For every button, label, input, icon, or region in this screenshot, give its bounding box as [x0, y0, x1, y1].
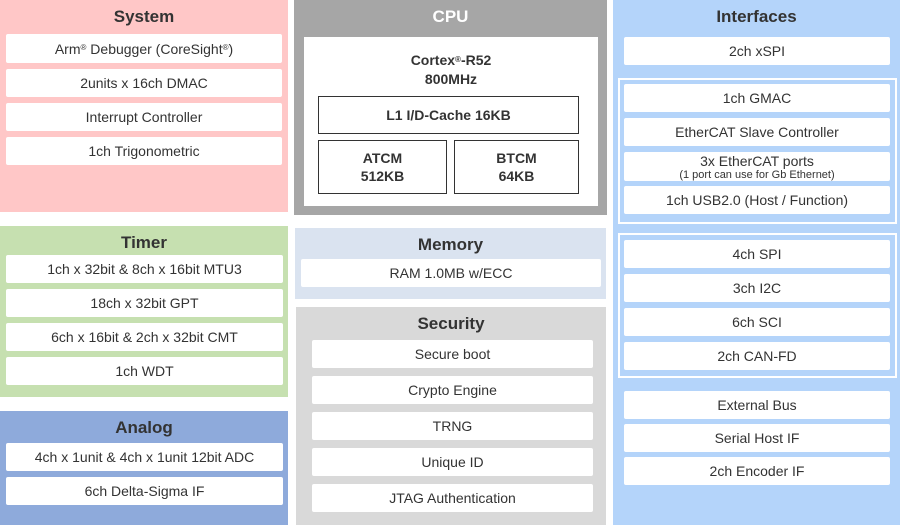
interfaces-item-can-fd: 2ch CAN-FD: [624, 342, 890, 370]
core-suffix-text: -R52: [460, 52, 492, 68]
timer-title: Timer: [121, 233, 167, 252]
system-item-dmac: 2units x 16ch DMAC: [6, 69, 282, 97]
security-item-jtag-auth: JTAG Authentication: [312, 484, 593, 512]
interfaces-panel: Interfaces 2ch xSPI 1ch GMAC EtherCAT Sl…: [613, 0, 900, 525]
cpu-core-label: Cortex®-R52 800MHz: [304, 51, 598, 89]
btcm-block: BTCM 64KB: [454, 140, 579, 194]
timer-item-wdt: 1ch WDT: [6, 357, 283, 385]
security-item-crypto-engine: Crypto Engine: [312, 376, 593, 404]
debugger-text: Debugger (CoreSight: [86, 40, 223, 57]
arm-debugger-label: Arm® Debugger (CoreSight®): [55, 41, 233, 57]
timer-item-gpt: 18ch x 32bit GPT: [6, 289, 283, 317]
cpu-core-block: Cortex®-R52 800MHz L1 I/D-Cache 16KB ATC…: [304, 37, 598, 206]
registered-mark: ®: [222, 42, 229, 52]
atcm-block: ATCM 512KB: [318, 140, 447, 194]
ethercat-ports-note: (1 port can use for Gb Ethernet): [679, 168, 835, 181]
registered-mark: ®: [455, 55, 461, 64]
l1-cache-block: L1 I/D-Cache 16KB: [318, 96, 579, 134]
interfaces-item-usb: 1ch USB2.0 (Host / Function): [624, 186, 890, 214]
cpu-core-name: Cortex®-R52: [304, 51, 598, 70]
timer-item-mtu3: 1ch x 32bit & 8ch x 16bit MTU3: [6, 255, 283, 283]
interfaces-item-gmac: 1ch GMAC: [624, 84, 890, 112]
interfaces-title: Interfaces: [716, 7, 797, 26]
interfaces-item-sci: 6ch SCI: [624, 308, 890, 336]
interfaces-item-serial-host: Serial Host IF: [624, 424, 890, 452]
core-name-text: Cortex: [410, 52, 456, 68]
interfaces-item-spi: 4ch SPI: [624, 240, 890, 268]
btcm-size: 64KB: [498, 168, 535, 184]
paren-close: ): [228, 40, 234, 57]
interfaces-item-external-bus: External Bus: [624, 391, 890, 419]
analog-panel: Analog 4ch x 1unit & 4ch x 1unit 12bit A…: [0, 411, 288, 525]
security-panel: Security Secure boot Crypto Engine TRNG …: [296, 307, 606, 525]
registered-mark: ®: [80, 42, 87, 52]
atcm-size: 512KB: [360, 168, 405, 184]
security-title: Security: [417, 314, 485, 333]
analog-item-adc: 4ch x 1unit & 4ch x 1unit 12bit ADC: [6, 443, 283, 471]
security-item-secure-boot: Secure boot: [312, 340, 593, 368]
cpu-panel: CPU Cortex®-R52 800MHz L1 I/D-Cache 16KB…: [294, 0, 607, 215]
timer-item-cmt: 6ch x 16bit & 2ch x 32bit CMT: [6, 323, 283, 351]
security-item-unique-id: Unique ID: [312, 448, 593, 476]
interfaces-item-xspi: 2ch xSPI: [624, 37, 890, 65]
analog-title: Analog: [115, 418, 173, 437]
security-item-trng: TRNG: [312, 412, 593, 440]
system-item-interrupt-controller: Interrupt Controller: [6, 103, 282, 131]
interfaces-item-ethercat-ports: 3x EtherCAT ports (1 port can use for Gb…: [624, 152, 890, 181]
atcm-name: ATCM: [362, 150, 403, 166]
system-panel: System Arm® Debugger (CoreSight®) 2units…: [0, 0, 288, 212]
memory-panel: Memory RAM 1.0MB w/ECC: [295, 228, 606, 299]
interfaces-item-i2c: 3ch I2C: [624, 274, 890, 302]
analog-item-delta-sigma: 6ch Delta-Sigma IF: [6, 477, 283, 505]
interfaces-item-ethercat-slave: EtherCAT Slave Controller: [624, 118, 890, 146]
ethercat-ports-label: 3x EtherCAT ports: [700, 152, 814, 169]
system-title: System: [113, 7, 175, 26]
system-item-trigonometric: 1ch Trigonometric: [6, 137, 282, 165]
timer-panel: Timer 1ch x 32bit & 8ch x 16bit MTU3 18c…: [0, 226, 288, 397]
memory-item-ram: RAM 1.0MB w/ECC: [301, 259, 601, 287]
interfaces-item-encoder: 2ch Encoder IF: [624, 457, 890, 485]
cpu-title: CPU: [432, 7, 469, 26]
memory-title: Memory: [417, 235, 484, 254]
system-item-arm-debugger: Arm® Debugger (CoreSight®): [6, 34, 282, 63]
arm-text: Arm: [54, 40, 81, 57]
btcm-name: BTCM: [496, 150, 537, 166]
cpu-frequency: 800MHz: [424, 71, 478, 87]
